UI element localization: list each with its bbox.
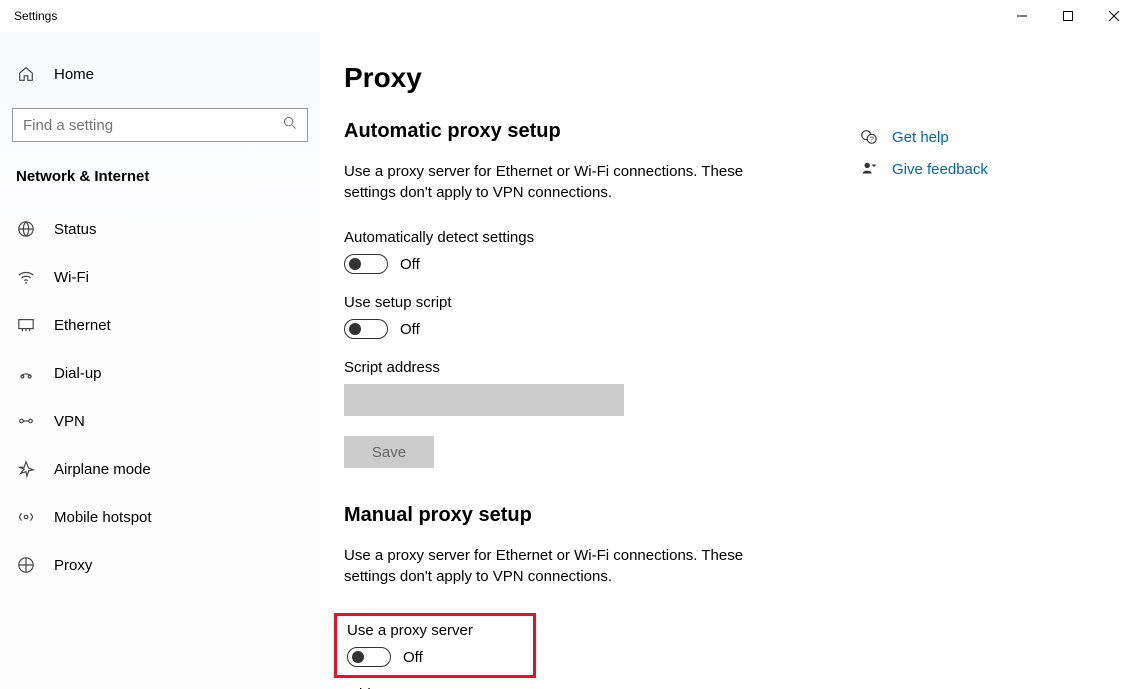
feedback-icon: [860, 160, 878, 178]
home-link[interactable]: Home: [12, 54, 308, 94]
sidebar-item-vpn[interactable]: VPN: [12, 397, 308, 445]
auto-detect-state: Off: [400, 256, 420, 273]
airplane-icon: [16, 459, 36, 479]
sidebar-item-label: Dial-up: [54, 365, 102, 382]
sidebar-item-label: VPN: [54, 413, 85, 430]
window-title: Settings: [14, 9, 57, 23]
give-feedback-label: Give feedback: [892, 161, 988, 178]
sidebar-item-hotspot[interactable]: Mobile hotspot: [12, 493, 308, 541]
close-button[interactable]: [1091, 0, 1137, 32]
sidebar-item-dialup[interactable]: Dial-up: [12, 349, 308, 397]
use-script-toggle[interactable]: [344, 319, 388, 339]
use-proxy-state: Off: [403, 649, 423, 666]
close-icon: [1109, 11, 1119, 21]
globe-icon: [16, 219, 36, 239]
sidebar-item-label: Airplane mode: [54, 461, 151, 478]
manual-setup-heading: Manual proxy setup: [344, 504, 864, 527]
maximize-icon: [1063, 11, 1073, 21]
search-box[interactable]: [12, 108, 308, 142]
minimize-button[interactable]: [999, 0, 1045, 32]
home-label: Home: [54, 66, 94, 83]
save-button[interactable]: Save: [344, 436, 434, 468]
search-icon: [283, 116, 297, 134]
sidebar-item-wifi[interactable]: Wi-Fi: [12, 253, 308, 301]
sidebar-item-label: Status: [54, 221, 97, 238]
get-help-label: Get help: [892, 129, 949, 146]
home-icon: [16, 64, 36, 84]
sidebar-item-status[interactable]: Status: [12, 205, 308, 253]
sidebar-item-label: Mobile hotspot: [54, 509, 152, 526]
main-content: Proxy Automatic proxy setup Use a proxy …: [320, 32, 1137, 689]
get-help-link[interactable]: ? Get help: [860, 128, 988, 146]
auto-detect-label: Automatically detect settings: [344, 229, 864, 246]
hotspot-icon: [16, 507, 36, 527]
use-proxy-toggle[interactable]: [347, 647, 391, 667]
sidebar-item-ethernet[interactable]: Ethernet: [12, 301, 308, 349]
help-icon: ?: [860, 128, 878, 146]
sidebar: Home Network & Internet Status Wi-Fi Eth…: [0, 32, 320, 689]
manual-setup-description: Use a proxy server for Ethernet or Wi-Fi…: [344, 545, 774, 587]
maximize-button[interactable]: [1045, 0, 1091, 32]
vpn-icon: [16, 411, 36, 431]
automatic-setup-description: Use a proxy server for Ethernet or Wi-Fi…: [344, 161, 774, 203]
sidebar-item-label: Ethernet: [54, 317, 111, 334]
title-bar: Settings: [0, 0, 1137, 32]
search-input[interactable]: [23, 117, 283, 134]
use-script-state: Off: [400, 321, 420, 338]
sidebar-item-airplane[interactable]: Airplane mode: [12, 445, 308, 493]
help-links: ? Get help Give feedback: [860, 128, 988, 192]
window-controls: [999, 0, 1137, 32]
use-script-label: Use setup script: [344, 294, 864, 311]
highlight-annotation: Use a proxy server Off: [334, 613, 536, 678]
sidebar-item-proxy[interactable]: Proxy: [12, 541, 308, 589]
script-address-label: Script address: [344, 359, 864, 376]
page-title: Proxy: [344, 62, 864, 94]
dialup-icon: [16, 363, 36, 383]
auto-detect-toggle[interactable]: [344, 254, 388, 274]
proxy-icon: [16, 555, 36, 575]
minimize-icon: [1017, 11, 1027, 21]
ethernet-icon: [16, 315, 36, 335]
script-address-input[interactable]: [344, 384, 624, 416]
wifi-icon: [16, 267, 36, 287]
svg-text:?: ?: [870, 135, 874, 144]
sidebar-item-label: Proxy: [54, 557, 92, 574]
use-proxy-label: Use a proxy server: [347, 622, 473, 639]
automatic-setup-heading: Automatic proxy setup: [344, 120, 864, 143]
sidebar-section-label: Network & Internet: [12, 168, 308, 205]
sidebar-item-label: Wi-Fi: [54, 269, 89, 286]
give-feedback-link[interactable]: Give feedback: [860, 160, 988, 178]
